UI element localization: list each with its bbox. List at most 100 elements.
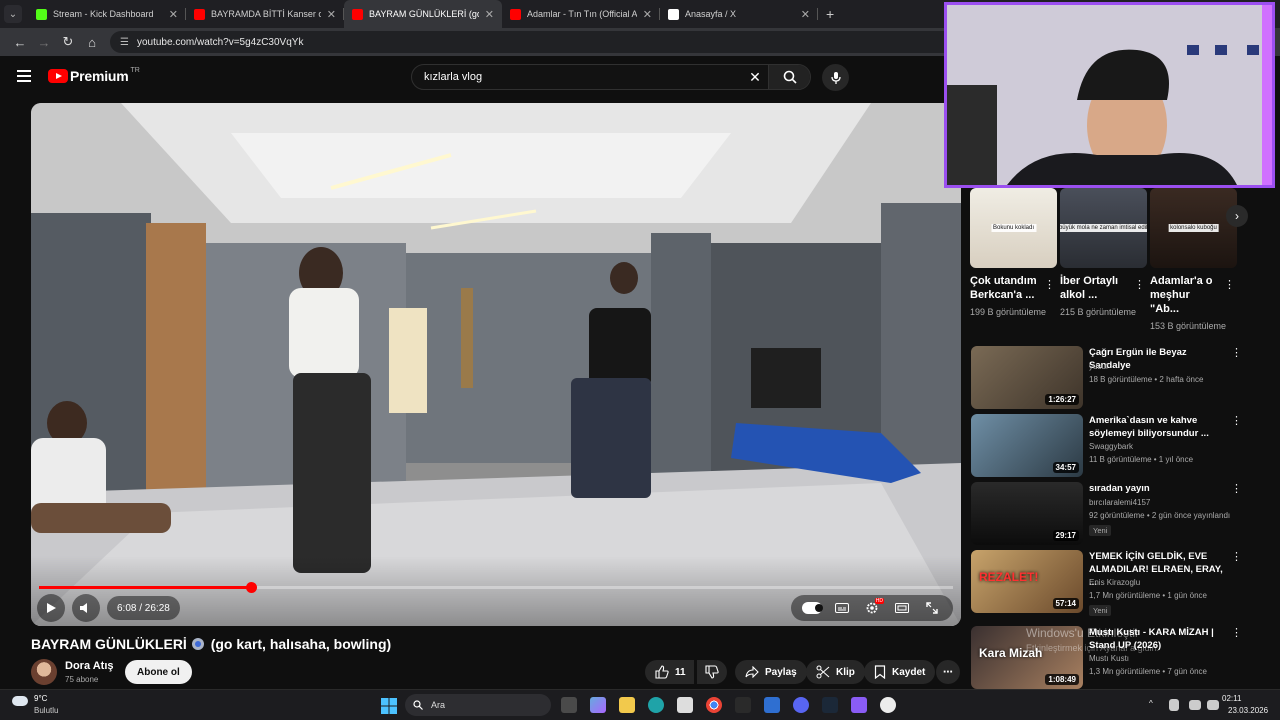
play-button[interactable] (37, 594, 65, 622)
short-thumbnail[interactable]: Bokunu kokladı (970, 188, 1057, 268)
more-vertical-icon[interactable]: ⋮ (1231, 414, 1242, 427)
channel-avatar[interactable] (31, 659, 57, 685)
clock-date[interactable]: 23.03.2026 (1228, 706, 1268, 715)
windows-start-icon[interactable] (381, 698, 397, 714)
video-thumbnail[interactable]: 1:26:27 (971, 346, 1083, 409)
forward-button[interactable]: → (32, 35, 56, 50)
shorts-next-button[interactable]: › (1226, 205, 1248, 227)
more-vertical-icon[interactable]: ⋮ (1231, 482, 1242, 495)
more-vertical-icon[interactable]: ⋮ (1231, 346, 1242, 359)
home-button[interactable]: ⌂ (80, 35, 104, 50)
browser-tab[interactable]: BAYRAMDA BİTTİ Kanser olduk ✕ (186, 0, 344, 28)
obs-icon[interactable] (880, 697, 896, 713)
close-tab-icon[interactable]: ✕ (169, 8, 178, 21)
miniplayer-button[interactable] (892, 598, 912, 618)
close-tab-icon[interactable]: ✕ (485, 8, 494, 21)
edge-icon[interactable] (648, 697, 664, 713)
progress-scrubber[interactable] (245, 582, 257, 593)
subscribe-button[interactable]: Abone ol (125, 660, 192, 684)
reload-button[interactable]: ↻ (56, 34, 80, 50)
short-thumbnail[interactable]: En büyük mola ne zaman imtisal ediliyor (1060, 188, 1147, 268)
short-card[interactable]: Bokunu kokladı Çok utandım Berkcan'a ... 1… (970, 188, 1057, 319)
more-vertical-icon[interactable]: ⋮ (1231, 626, 1242, 639)
short-thumbnail[interactable]: kolonsalo kuboğu (1150, 188, 1237, 268)
terminal-icon[interactable] (735, 697, 751, 713)
clip-button[interactable]: Klip (806, 660, 865, 684)
video-title[interactable]: Çağrı Ergün ile Beyaz Sandalye (1089, 346, 1225, 372)
more-vertical-icon[interactable]: ⋮ (1044, 278, 1055, 291)
browser-tab[interactable]: Anasayfa / X ✕ (660, 0, 818, 28)
short-title[interactable]: İber Ortaylı alkol ... (1060, 274, 1130, 302)
voice-search-button[interactable] (822, 64, 849, 91)
fullscreen-button[interactable] (922, 598, 942, 618)
video-channel[interactable]: Enis Kirazoglu (1089, 578, 1140, 587)
file-explorer-icon[interactable] (619, 697, 635, 713)
close-tab-icon[interactable]: ✕ (801, 8, 810, 21)
menu-icon[interactable] (17, 70, 31, 85)
chrome-icon[interactable] (706, 697, 722, 713)
clear-search-icon[interactable]: ✕ (742, 69, 768, 86)
video-title[interactable]: Amerika`dasın ve kahve söylemeyi biliyor… (1089, 414, 1225, 440)
network-tray-icon[interactable] (1189, 700, 1201, 710)
related-video[interactable]: 34:57 Amerika`dasın ve kahve söylemeyi bi… (971, 414, 1242, 478)
progress-bar[interactable] (39, 582, 953, 593)
youtube-logo[interactable]: Premium TR (48, 67, 140, 84)
browser-tab[interactable]: BAYRAM GÜNLÜKLERİ (go ✕ (344, 0, 502, 28)
like-button[interactable]: 11 (645, 660, 694, 684)
discord-icon[interactable] (793, 697, 809, 713)
subtitles-button[interactable] (832, 598, 852, 618)
volume-button[interactable] (72, 594, 100, 622)
microphone-tray-icon[interactable] (1169, 699, 1179, 711)
steam-icon[interactable] (822, 697, 838, 713)
address-bar[interactable]: ☰ youtube.com/watch?v=5g4zC30VqYk (110, 31, 970, 53)
scissors-icon (816, 665, 830, 679)
taskbar-search[interactable]: Ara (405, 694, 551, 716)
related-video[interactable]: 1:26:27 Çağrı Ergün ile Beyaz Sandalye yus… (971, 346, 1242, 410)
search-input[interactable]: kızlarla vlog (412, 71, 742, 83)
speaker-tray-icon[interactable] (1207, 700, 1219, 710)
short-card[interactable]: En büyük mola ne zaman imtisal ediliyor İ… (1060, 188, 1147, 319)
more-vertical-icon[interactable]: ⋮ (1231, 550, 1242, 563)
new-tab-button[interactable]: + (826, 6, 834, 22)
hd-badge: HD (874, 598, 884, 604)
more-actions-button[interactable]: ⋯ (936, 660, 960, 684)
back-button[interactable]: ← (8, 35, 32, 50)
close-tab-icon[interactable]: ✕ (327, 8, 336, 21)
video-thumbnail[interactable]: 34:57 (971, 414, 1083, 477)
short-title[interactable]: Adamlar'a o meşhur "Ab... (1150, 274, 1220, 316)
tab-search-button[interactable]: ⌄ (4, 5, 22, 23)
more-vertical-icon[interactable]: ⋮ (1224, 278, 1235, 291)
related-video[interactable]: 29:17 sıradan yayın bırcılaralemi4157 92 gö… (971, 482, 1242, 546)
clock-time[interactable]: 02:11 (1222, 694, 1241, 703)
app-icon[interactable] (851, 697, 867, 713)
video-thumbnail[interactable]: 29:17 (971, 482, 1083, 545)
dislike-button[interactable] (697, 660, 727, 684)
video-channel[interactable]: bırcılaralemi4157 (1089, 498, 1150, 507)
copilot-icon[interactable] (590, 697, 606, 713)
browser-tab[interactable]: Stream - Kick Dashboard ✕ (28, 0, 186, 28)
settings-button[interactable]: HD (862, 598, 884, 618)
short-card[interactable]: kolonsalo kuboğu Adamlar'a o meşhur "Ab..… (1150, 188, 1237, 333)
video-channel[interactable]: yusuf (1089, 362, 1108, 371)
search-button[interactable] (768, 65, 810, 89)
browser-tab[interactable]: Adamlar - Tın Tın (Official Audio ✕ (502, 0, 660, 28)
video-thumbnail[interactable]: REZALET! 57:14 (971, 550, 1083, 613)
network-app-icon[interactable] (764, 697, 780, 713)
video-player[interactable]: 6:08 / 26:28 HD (31, 103, 961, 626)
close-tab-icon[interactable]: ✕ (643, 8, 652, 21)
video-channel[interactable]: Swaggybark (1089, 442, 1133, 451)
autoplay-toggle[interactable] (802, 598, 823, 618)
store-icon[interactable] (677, 697, 693, 713)
related-video[interactable]: REZALET! 57:14 YEMEK İÇİN GELDİK, EVE ALMA… (971, 550, 1242, 616)
channel-name[interactable]: Dora Atış (65, 660, 114, 672)
share-button[interactable]: Paylaş (735, 660, 807, 684)
task-view-icon[interactable] (561, 697, 577, 713)
save-button[interactable]: Kaydet (864, 660, 936, 684)
video-channel[interactable]: Mustı Kustı (1089, 654, 1129, 663)
show-hidden-icons[interactable]: ^ (1149, 699, 1153, 708)
more-vertical-icon[interactable]: ⋮ (1134, 278, 1145, 291)
site-info-icon[interactable]: ☰ (120, 37, 129, 48)
video-title[interactable]: sıradan yayın (1089, 482, 1225, 495)
x-icon (668, 8, 679, 20)
short-title[interactable]: Çok utandım Berkcan'a ... (970, 274, 1040, 302)
